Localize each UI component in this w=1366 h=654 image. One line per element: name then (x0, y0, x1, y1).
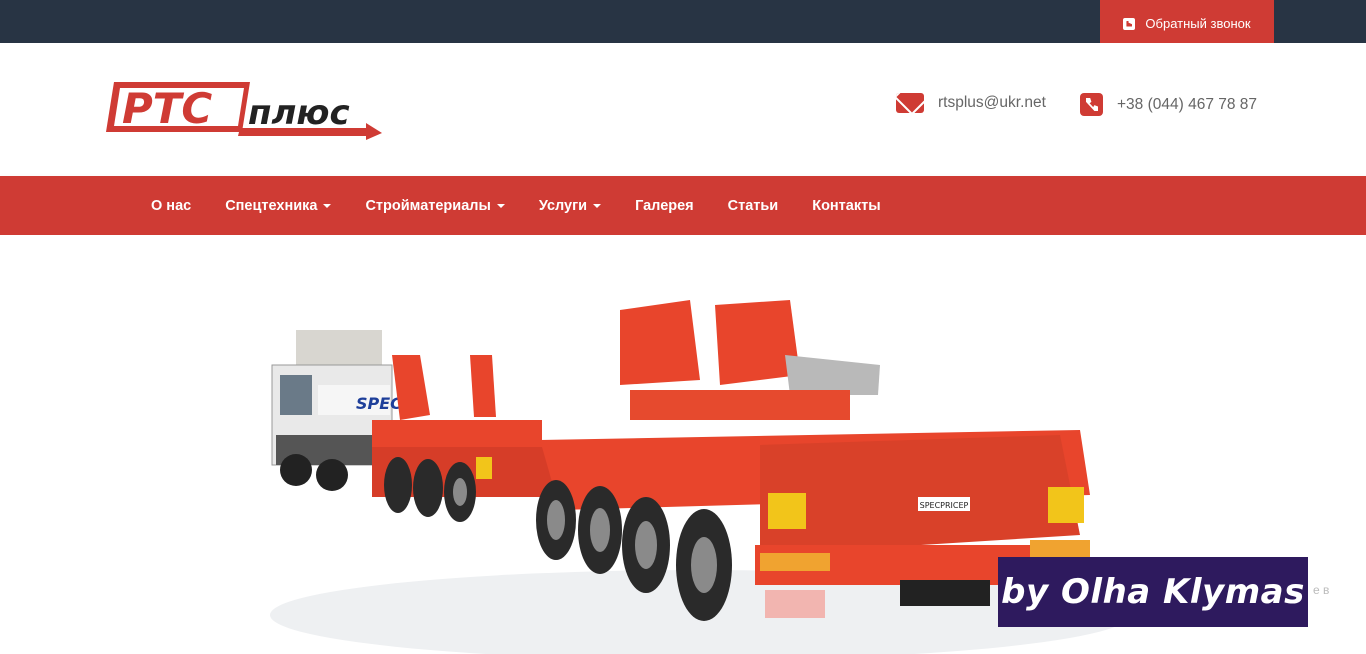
watermark-text: by Olha Klymas (1001, 572, 1305, 612)
email-text: rtsplus@ukr.net (938, 94, 1046, 111)
logo-text-latin: РТС (122, 84, 212, 133)
nav-item-gallery[interactable]: Галерея (618, 198, 711, 214)
nav-label: Услуги (538, 197, 588, 214)
logo-text-cyrillic: плюс (248, 93, 350, 133)
callback-label: Обратный звонок (1145, 16, 1251, 31)
site-logo[interactable]: РТС плюс (104, 78, 384, 140)
nav-label: Контакты (812, 197, 881, 214)
slide-caption-fragment: е в (1313, 583, 1330, 597)
phone-text: +38 (044) 467 78 87 (1117, 95, 1258, 113)
site-header: РТС плюс rtsplus@ukr.net +38 (044) 467 7… (0, 43, 1366, 176)
nav-label: Галерея (635, 197, 694, 214)
phone-square-icon (1123, 17, 1136, 30)
nav-item-contacts[interactable]: Контакты (795, 198, 897, 214)
caret-down-icon (593, 204, 602, 208)
nav-item-machinery[interactable]: Спецтехника (208, 198, 348, 214)
main-nav: О нас Спецтехника Стройматериалы Услуги … (0, 176, 1366, 235)
nav-label: Стройматериалы (365, 197, 491, 214)
nav-label: Спецтехника (225, 197, 318, 214)
nav-item-materials[interactable]: Стройматериалы (348, 198, 521, 214)
envelope-icon (896, 93, 924, 113)
nav-label: Статьи (727, 197, 779, 214)
caret-down-icon (323, 204, 332, 208)
caret-down-icon (496, 204, 505, 208)
hero-slider: SPEC SPECPRICEP е в by Olha Klymas (0, 235, 1366, 654)
nav-label: О нас (151, 197, 192, 214)
watermark-badge: by Olha Klymas (998, 557, 1308, 627)
header-phone[interactable]: +38 (044) 467 78 87 (1080, 93, 1257, 116)
top-bar: Обратный звонок (0, 0, 1366, 47)
phone-square-icon (1080, 93, 1103, 116)
front-trailer (372, 355, 552, 522)
trailer-plate-text: SPECPRICEP (920, 501, 969, 510)
nav-item-about[interactable]: О нас (134, 198, 208, 214)
nav-item-services[interactable]: Услуги (522, 198, 618, 214)
callback-button[interactable]: Обратный звонок (1100, 0, 1274, 47)
cab-brand-text: SPEC (356, 394, 402, 413)
header-email[interactable]: rtsplus@ukr.net (896, 93, 1046, 113)
nav-item-articles[interactable]: Статьи (711, 198, 796, 214)
